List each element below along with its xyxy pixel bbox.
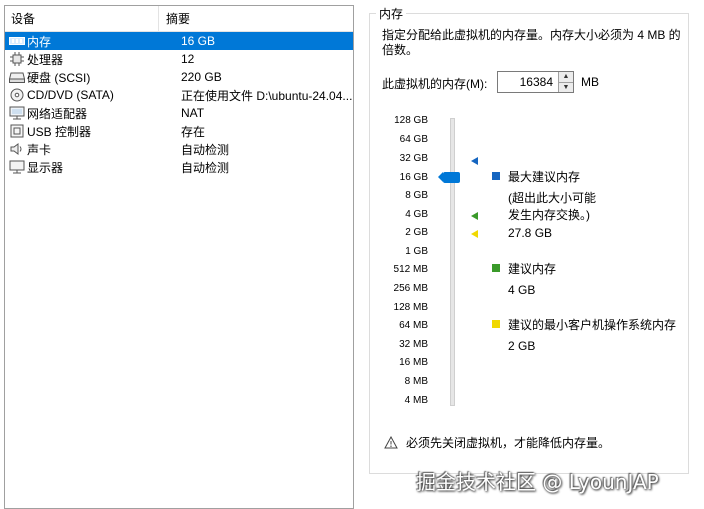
warning-text: 必须先关闭虚拟机，才能降低内存量。 [406, 436, 611, 450]
memory-slider-track[interactable] [450, 118, 455, 406]
scale-label: 512 MB [393, 264, 428, 275]
scale-label: 128 MB [393, 302, 428, 313]
device-summary: 16 GB [181, 34, 216, 48]
scale-label: 1 GB [405, 246, 428, 257]
memory-size-input[interactable]: 16384 [498, 72, 558, 92]
device-summary: 220 GB [181, 70, 222, 84]
max-recommended-marker [471, 157, 478, 165]
device-summary: 12 [181, 52, 195, 66]
scale-label: 8 GB [405, 190, 428, 201]
summary-column-header[interactable]: 摘要 [159, 6, 190, 31]
recommended-legend-value: 4 GB [508, 283, 536, 297]
minimum-legend-title: 建议的最小客户机操作系统内存 [508, 318, 677, 332]
memory-description: 指定分配给此虚拟机的内存量。内存大小必须为 4 MB 的倍数。 [382, 28, 681, 57]
max-legend-title: 最大建议内存 [508, 170, 581, 184]
memory-icon [9, 34, 25, 48]
watermark: 掘金技术社区 @ LyounJAP [416, 470, 659, 494]
memory-settings-group: 内存 指定分配给此虚拟机的内存量。内存大小必须为 4 MB 的倍数。 此虚拟机的… [369, 5, 689, 474]
device-column-header[interactable]: 设备 [5, 6, 159, 31]
scale-label: 32 GB [399, 153, 428, 164]
minimum-marker [471, 230, 478, 238]
device-row-display[interactable]: 显示器 自动检测 [5, 158, 353, 176]
device-summary: 正在使用文件 D:\ubuntu-24.04... [181, 88, 353, 103]
device-name: 处理器 [27, 52, 64, 67]
device-summary: NAT [181, 106, 205, 120]
sound-card-icon [9, 142, 25, 156]
recommended-marker [471, 212, 478, 220]
device-row-sound-card[interactable]: 声卡 自动检测 [5, 140, 353, 158]
recommended-legend-title: 建议内存 [508, 262, 557, 276]
max-legend-note: (超出此大小可能发生内存交换。) [508, 191, 596, 222]
hard-disk-icon [9, 70, 25, 84]
warning-row: 必须先关闭虚拟机，才能降低内存量。 [384, 434, 610, 451]
device-summary: 自动检测 [181, 160, 230, 175]
device-list-header: 设备 摘要 [5, 6, 353, 32]
scale-label: 64 GB [399, 134, 428, 145]
scale-label: 4 MB [404, 395, 428, 406]
device-row-usb-controller[interactable]: USB 控制器 存在 [5, 122, 353, 140]
device-row-network-adapter[interactable]: 网络适配器 NAT [5, 104, 353, 122]
cd-dvd-icon [9, 88, 25, 102]
memory-input-label: 此虚拟机的内存(M): [382, 77, 488, 91]
scale-label: 32 MB [399, 339, 428, 350]
device-name: 内存 [27, 34, 52, 49]
max-legend-value: 27.8 GB [508, 226, 553, 240]
scale-label: 16 GB [399, 172, 428, 183]
device-row-hard-disk[interactable]: 硬盘 (SCSI) 220 GB [5, 68, 353, 86]
device-row-cd-dvd[interactable]: CD/DVD (SATA) 正在使用文件 D:\ubuntu-24.04... [5, 86, 353, 104]
recommended-legend-swatch [492, 264, 500, 272]
device-name: 硬盘 (SCSI) [27, 70, 91, 85]
memory-spinner: ▲ ▼ [558, 72, 573, 92]
memory-group-title: 内存 [376, 5, 407, 22]
device-name: USB 控制器 [27, 124, 92, 139]
processor-icon [9, 52, 25, 66]
device-name: 声卡 [27, 142, 52, 157]
memory-slider-thumb[interactable] [438, 172, 460, 183]
usb-controller-icon [9, 124, 25, 138]
minimum-legend-value: 2 GB [508, 339, 536, 353]
scale-label: 16 MB [399, 357, 428, 368]
device-row-processor[interactable]: 处理器 12 [5, 50, 353, 68]
device-summary: 自动检测 [181, 142, 230, 157]
minimum-legend-swatch [492, 320, 500, 328]
memory-size-stepper[interactable]: 16384 ▲ ▼ [497, 71, 574, 93]
scale-label: 8 MB [404, 376, 428, 387]
memory-unit: MB [581, 75, 599, 89]
network-adapter-icon [9, 106, 25, 120]
warning-icon [384, 435, 398, 449]
scale-label: 128 GB [394, 115, 428, 126]
spin-up-button[interactable]: ▲ [559, 72, 573, 82]
scale-label: 64 MB [399, 320, 428, 331]
max-legend-swatch [492, 172, 500, 180]
device-name: 显示器 [27, 160, 64, 175]
display-icon [9, 160, 25, 174]
spin-down-button[interactable]: ▼ [559, 81, 573, 92]
device-name: 网络适配器 [27, 106, 88, 121]
scale-label: 256 MB [393, 283, 428, 294]
device-row-memory[interactable]: 内存 16 GB [5, 32, 353, 50]
device-name: CD/DVD (SATA) [27, 88, 114, 102]
device-summary: 存在 [181, 124, 206, 139]
scale-label: 4 GB [405, 209, 428, 220]
scale-label: 2 GB [405, 227, 428, 238]
device-list: 设备 摘要 内存 16 GB 处理器 12 硬盘 (SCSI) 220 GB C… [4, 5, 354, 509]
